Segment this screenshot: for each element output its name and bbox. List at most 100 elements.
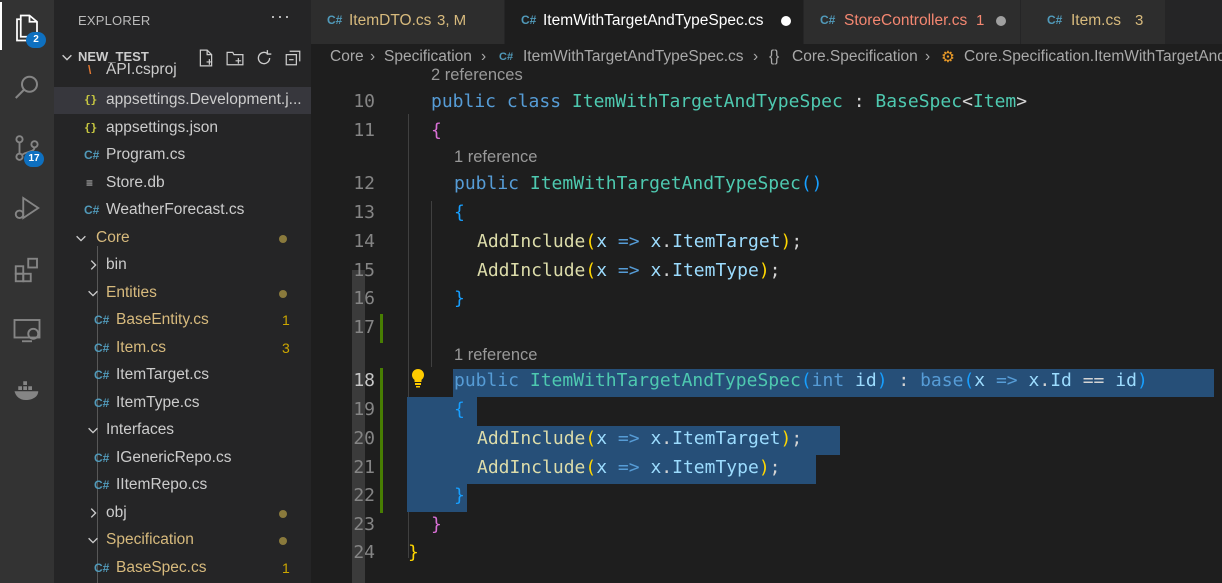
tree-item-appsettings-development[interactable]: {} appsettings.Development.j... [54, 87, 311, 114]
tree-item-api-csproj[interactable]: \ API.csproj [54, 62, 311, 84]
tree-item-program[interactable]: C# Program.cs [54, 142, 311, 169]
tree-folder-specification[interactable]: Specification [54, 527, 311, 554]
csharp-icon: C# [94, 313, 110, 327]
code-line: 14 AddInclude(x => x.ItemTarget); [353, 231, 803, 252]
explorer-title: EXPLORER [78, 13, 151, 28]
tree-folder-entities[interactable]: Entities [54, 280, 311, 307]
code-line: 19 { [353, 399, 465, 420]
code-line: 24 } [353, 542, 419, 563]
modified-dot [279, 290, 287, 298]
tree-folder-bin[interactable]: bin [54, 252, 311, 279]
tree-item-item[interactable]: C# Item.cs 3 [54, 335, 311, 362]
source-control-icon[interactable]: 17 [0, 124, 54, 172]
tree-item-store-db[interactable]: ≡ Store.db [54, 170, 311, 197]
csharp-icon: C# [1047, 13, 1063, 27]
tree-item-itemtype[interactable]: C# ItemType.cs [54, 390, 311, 417]
code-line: 21 AddInclude(x => x.ItemType); [353, 457, 781, 478]
code-line: 15 AddInclude(x => x.ItemType); [353, 260, 781, 281]
code-line: 17 [353, 317, 375, 338]
csharp-icon: C# [84, 203, 100, 217]
code-line: 16 } [353, 288, 465, 309]
chevron-down-icon [88, 537, 98, 544]
chevron-right-icon: › [481, 48, 487, 65]
json-icon: {} [84, 93, 98, 106]
csharp-icon: C# [94, 341, 110, 355]
tree-item-basespec[interactable]: C# BaseSpec.cs 1 [54, 555, 311, 582]
chevron-right-icon: › [370, 48, 376, 65]
tree-item-iitemrepo[interactable]: C# IItemRepo.cs [54, 472, 311, 499]
tab-itemwithtargetandtypespec[interactable]: C# ItemWithTargetAndTypeSpec.cs [505, 0, 804, 44]
tree-item-appsettings[interactable]: {} appsettings.json [54, 115, 311, 142]
csharp-icon: C# [499, 51, 514, 63]
tree-item-baseentity[interactable]: C# BaseEntity.cs 1 [54, 307, 311, 334]
csharp-icon: C# [820, 13, 836, 27]
csharp-icon: C# [84, 148, 100, 162]
tree-item-weatherforecast[interactable]: C# WeatherForecast.cs [54, 197, 311, 224]
problem-count: 1 [282, 312, 290, 328]
file-tree: \ API.csproj {} appsettings.Development.… [54, 62, 311, 583]
database-icon: ≡ [86, 176, 94, 190]
tab-itemdto[interactable]: C# ItemDTO.cs 3, M [311, 0, 505, 44]
chevron-down-icon [88, 290, 98, 297]
chevron-right-icon [90, 260, 97, 270]
explorer-sidebar: EXPLORER ··· NEW_TEST \ API.csproj {} ap… [54, 0, 365, 583]
search-icon[interactable] [0, 64, 54, 112]
problem-count: 1 [282, 560, 290, 576]
breadcrumb-root[interactable]: Core [330, 48, 364, 66]
braces-icon: {} [769, 48, 780, 65]
breadcrumb-folder[interactable]: Specification [384, 48, 472, 66]
rss-icon: \ [88, 63, 92, 77]
activity-bar: 2 17 [0, 0, 54, 583]
chevron-right-icon [90, 508, 97, 518]
chevron-down-icon [76, 235, 86, 242]
tab-item[interactable]: C# Item.cs 3 [1021, 0, 1166, 44]
code-line: 10 public class ItemWithTargetAndTypeSpe… [353, 91, 1028, 112]
tree-folder-core[interactable]: Core [54, 225, 311, 252]
csharp-icon: C# [94, 368, 110, 382]
code-line: 18 public ItemWithTargetAndTypeSpec(int … [353, 370, 1148, 391]
breadcrumb-class[interactable]: Core.Specification.ItemWithTargetAndType… [964, 48, 1222, 66]
tree-folder-interfaces[interactable]: Interfaces [54, 417, 311, 444]
tab-bar: C# ItemDTO.cs 3, M C# ItemWithTargetAndT… [311, 0, 1222, 44]
modified-dot [279, 537, 287, 545]
code-line: 22 } [353, 485, 465, 506]
code-editor[interactable]: 2 references 1 reference 1 reference 10 … [311, 66, 1222, 583]
csharp-icon: C# [94, 561, 110, 575]
docker-icon[interactable] [0, 366, 54, 414]
tab-storecontroller[interactable]: C# StoreController.cs 1 [804, 0, 1021, 44]
csharp-icon: C# [94, 396, 110, 410]
breadcrumb-file[interactable]: ItemWithTargetAndTypeSpec.cs [523, 48, 744, 66]
unsaved-dot-icon[interactable] [781, 16, 791, 26]
modified-dot [279, 235, 287, 243]
unsaved-dot-icon[interactable] [996, 16, 1006, 26]
run-debug-icon[interactable] [0, 184, 54, 232]
codelens-references[interactable]: 1 reference [454, 346, 537, 365]
modified-dot [279, 510, 287, 518]
problem-count: 3 [282, 340, 290, 356]
codelens-references[interactable]: 2 references [431, 66, 523, 85]
chevron-down-icon [88, 427, 98, 434]
scm-badge: 17 [24, 151, 44, 167]
csharp-icon: C# [94, 451, 110, 465]
lightbulb-icon[interactable] [409, 367, 427, 389]
csharp-icon: C# [94, 478, 110, 492]
tree-item-itemtarget[interactable]: C# ItemTarget.cs [54, 362, 311, 389]
code-line: 23 } [353, 514, 442, 535]
codelens-references[interactable]: 1 reference [454, 148, 537, 167]
tree-folder-obj[interactable]: obj [54, 500, 311, 527]
explorer-badge: 2 [26, 32, 46, 48]
json-icon: {} [84, 121, 98, 134]
more-actions-icon[interactable]: ··· [270, 6, 291, 27]
class-icon: ⚙ [941, 49, 955, 66]
csharp-icon: C# [521, 13, 537, 27]
chevron-right-icon: › [753, 48, 759, 65]
tree-item-igenericrepo[interactable]: C# IGenericRepo.cs [54, 445, 311, 472]
chevron-right-icon: › [925, 48, 931, 65]
remote-explorer-icon[interactable] [0, 306, 54, 354]
csharp-icon: C# [327, 13, 343, 27]
code-line: 13 { [353, 202, 465, 223]
extensions-icon[interactable] [0, 246, 54, 294]
breadcrumb-namespace[interactable]: Core.Specification [792, 48, 918, 66]
code-line: 11 { [353, 120, 442, 141]
files-icon[interactable]: 2 [0, 4, 54, 52]
